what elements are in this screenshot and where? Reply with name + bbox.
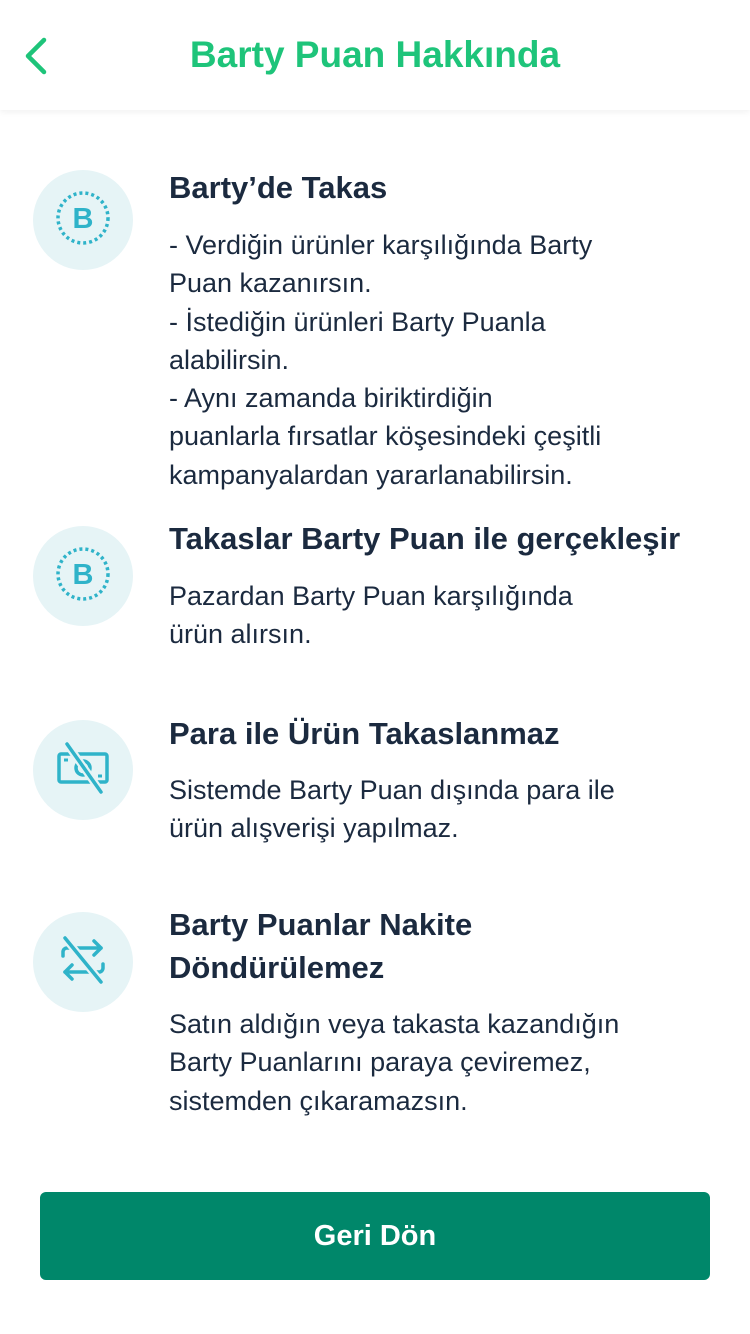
barty-coin-icon: B [55, 190, 111, 251]
section-title: Para ile Ürün Takaslanmaz [169, 716, 560, 751]
icon-circle: B [33, 170, 133, 270]
text-line: sistemden çıkaramazsın. [169, 1085, 468, 1116]
title-line: Barty Puanlar Nakite [169, 907, 473, 942]
text-line: - Verdiğin ürünler karşılığında Barty [169, 230, 593, 260]
no-exchange-icon [55, 932, 111, 993]
page-title: Barty Puan Hakkında [189, 34, 561, 75]
icon-circle: B [33, 526, 133, 626]
geri-don-button[interactable]: Geri Dön [40, 1192, 710, 1280]
section-text: Sistemde Barty Puan dışında para ile ürü… [169, 771, 729, 848]
text-line: Pazardan Barty Puan karşılığında [169, 581, 573, 611]
barty-coin-icon: B [55, 546, 111, 607]
section-title: Barty Puanlar Nakite Döndürülemez [169, 903, 739, 989]
icon-circle [33, 720, 133, 820]
header-bar: Barty Puan Hakkında [0, 0, 750, 110]
text-line: alabilirsin. [169, 344, 290, 375]
text-line: ürün alışverişi yapılmaz. [169, 813, 459, 844]
text-line: Barty Puanlarını paraya çeviremez, [169, 1047, 591, 1078]
text-line: puanlarla fırsatlar köşesindeki çeşitli [169, 421, 602, 452]
text-line: kampanyalardan yararlanabilirsin. [169, 459, 573, 490]
text-line: Satın aldığın veya takasta kazandığın [169, 1009, 620, 1039]
no-money-icon [55, 740, 111, 801]
svg-text:B: B [73, 203, 94, 235]
section-title: Takaslar Barty Puan ile gerçekleşir [169, 521, 681, 556]
section-title: Barty’de Takas [169, 170, 388, 205]
text-line: ürün alırsın. [169, 619, 312, 650]
section-text: Pazardan Barty Puan karşılığında ürün al… [169, 577, 729, 654]
text-line: Sistemde Barty Puan dışında para ile [169, 775, 615, 805]
icon-circle [33, 912, 133, 1012]
section-text: Satın aldığın veya takasta kazandığın Ba… [169, 1005, 729, 1120]
svg-text:B: B [73, 559, 94, 591]
text-line: Puan kazanırsın. [169, 268, 372, 299]
text-line: - Aynı zamanda biriktirdiğin [169, 383, 493, 414]
text-line: - İstediğin ürünleri Barty Puanla [169, 306, 546, 337]
section-text: - Verdiğin ürünler karşılığında Barty Pu… [169, 226, 729, 494]
title-line: Döndürülemez [169, 950, 385, 985]
